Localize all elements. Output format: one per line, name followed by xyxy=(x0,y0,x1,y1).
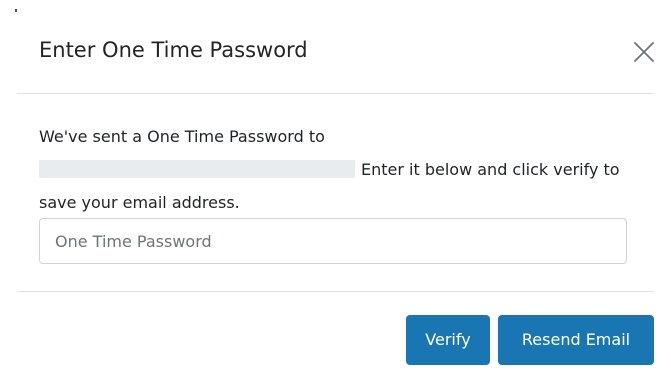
redacted-email: xxxxxxxxxxxxxxxxxxxxxxxxxxxxx xyxy=(39,160,355,178)
modal-header: Enter One Time Password xyxy=(17,0,654,94)
otp-modal: Enter One Time Password We've sent a One… xyxy=(0,0,671,381)
message-prefix: We've sent a One Time Password to xyxy=(39,127,325,146)
resend-email-button[interactable]: Resend Email xyxy=(498,315,654,365)
modal-footer: Verify Resend Email xyxy=(17,292,654,381)
verify-button[interactable]: Verify xyxy=(406,315,490,365)
otp-input[interactable] xyxy=(39,218,627,264)
close-button[interactable] xyxy=(629,37,659,67)
modal-body: We've sent a One Time Password to xxxxxxx… xyxy=(17,94,654,292)
modal-title: Enter One Time Password xyxy=(39,38,308,62)
close-icon xyxy=(634,42,654,62)
otp-message: We've sent a One Time Password to xxxxxxx… xyxy=(39,120,639,219)
